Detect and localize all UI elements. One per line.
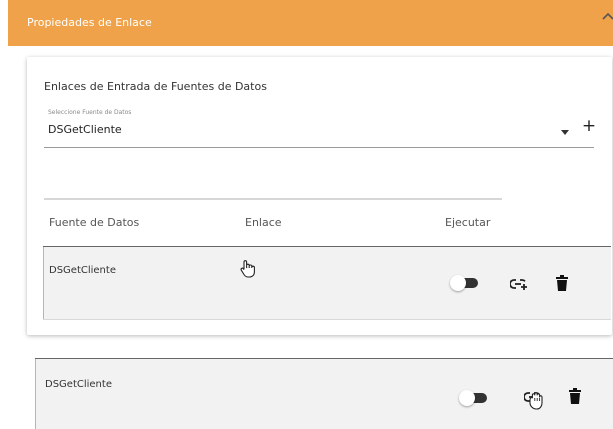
row-datasource-name: DSGetCliente [49,265,116,276]
divider [44,198,502,200]
drag-preview-row[interactable]: DSGetCliente [35,358,613,429]
select-value: DSGetCliente [48,123,122,136]
dropdown-arrow-icon[interactable] [561,122,569,135]
execute-toggle[interactable] [459,390,491,406]
pointer-hand-cursor-icon [239,259,257,283]
column-header-link: Enlace [245,216,282,229]
panel-header[interactable]: Propiedades de Enlace [8,0,613,46]
drag-preview-datasource-name: DSGetCliente [45,379,112,390]
toggle-thumb [459,390,475,406]
chevron-up-icon[interactable] [599,8,613,26]
toggle-thumb [450,275,466,291]
select-label: Seleccione Fuente de Datos [48,109,132,116]
trash-icon[interactable] [569,388,581,408]
column-header-execute: Ejecutar [445,216,491,229]
panel-title: Propiedades de Enlace [27,16,152,29]
table-row: DSGetCliente [43,246,611,320]
add-datasource-button[interactable]: + [579,116,599,136]
execute-toggle[interactable] [450,275,482,291]
datasource-select[interactable]: Seleccione Fuente de Datos DSGetCliente … [44,107,596,148]
trash-icon[interactable] [556,275,568,295]
grab-hand-cursor-icon [527,391,545,415]
column-header-datasource: Fuente de Datos [49,216,140,229]
row-left-border [43,247,44,319]
add-link-icon[interactable] [509,276,528,295]
section-title: Enlaces de Entrada de Fuentes de Datos [44,80,267,93]
row-left-border [35,359,36,429]
link-properties-card: Enlaces de Entrada de Fuentes de Datos S… [27,57,612,335]
